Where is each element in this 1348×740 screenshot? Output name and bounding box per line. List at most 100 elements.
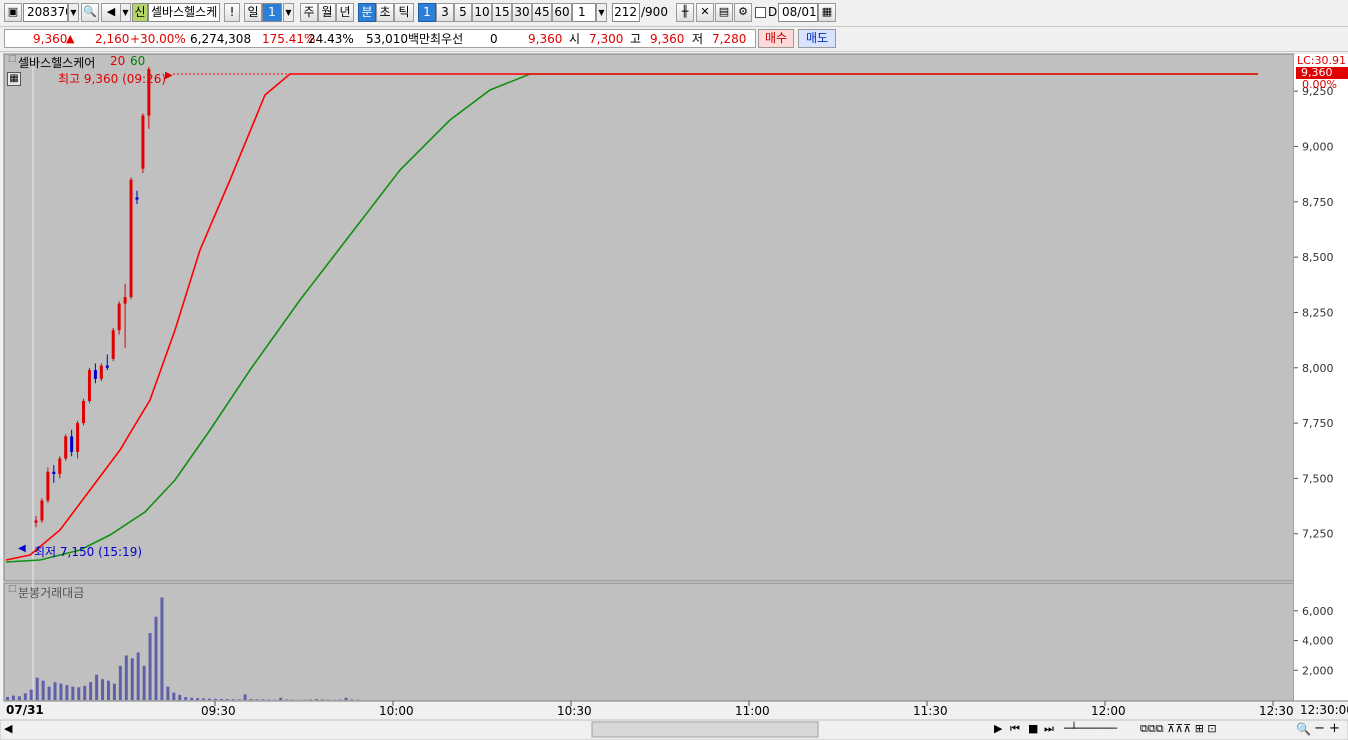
scroll-left-icon[interactable]: ◀ xyxy=(4,722,12,735)
open-label: 시 xyxy=(569,32,581,46)
speaker-icon[interactable]: ◀ xyxy=(101,3,121,22)
candle-body xyxy=(93,370,97,379)
low-label: 저 xyxy=(692,32,704,46)
current-price: 9,360 xyxy=(33,32,68,46)
interval-input[interactable]: 1 xyxy=(572,3,596,22)
save-icon[interactable]: ▤ xyxy=(715,3,733,22)
volume-bar xyxy=(190,697,194,700)
code-dropdown-icon[interactable]: ▼ xyxy=(68,3,79,22)
candle-body xyxy=(40,500,44,521)
volume-bar xyxy=(59,683,63,700)
window-icon[interactable]: ▣ xyxy=(4,3,22,22)
high-arrow-icon: ▶ xyxy=(165,70,173,81)
y-tick-label: 7,500 xyxy=(1302,472,1334,485)
interval-60-button[interactable]: 60 xyxy=(552,3,572,22)
y-tick-label: 8,250 xyxy=(1302,306,1334,319)
volume-bar xyxy=(29,689,33,700)
low-arrow-icon: ◀ xyxy=(18,543,26,554)
volume-bar xyxy=(65,685,69,700)
buy-button[interactable]: 매수 xyxy=(758,29,794,48)
candle-body xyxy=(123,296,127,304)
volume-bar xyxy=(320,699,324,700)
ma20-legend: 20 xyxy=(110,54,126,68)
x-tick-label: 09:30 xyxy=(201,704,236,718)
zoom-slider[interactable]: ─┴────── xyxy=(1064,722,1117,735)
interval-30-button[interactable]: 30 xyxy=(512,3,532,22)
volume-bar xyxy=(350,699,354,700)
period-second-button[interactable]: 초 xyxy=(376,3,394,22)
priority-price: 9,360 xyxy=(528,32,563,46)
period-month-button[interactable]: 월 xyxy=(318,3,336,22)
period-year-button[interactable]: 년 xyxy=(336,3,354,22)
date-checkbox[interactable] xyxy=(755,7,766,18)
stop-icon[interactable]: ■ xyxy=(1028,722,1038,735)
volume-bar xyxy=(243,694,247,700)
crosshair-icon[interactable]: ✕ xyxy=(696,3,714,22)
zoom-out-icon[interactable]: − xyxy=(1314,721,1325,736)
priority-label: 최우선 xyxy=(430,32,464,46)
high-label: 고 xyxy=(630,32,642,46)
panel-collapse-icon[interactable]: □ xyxy=(8,54,17,64)
interval-45-button[interactable]: 45 xyxy=(532,3,552,22)
candle-body xyxy=(64,436,68,459)
volume-value: 6,274,308 xyxy=(190,32,252,46)
day-count-dropdown-icon[interactable]: ▼ xyxy=(283,3,294,22)
period-day-button[interactable]: 일 xyxy=(244,3,262,22)
scrollbar-thumb[interactable] xyxy=(591,721,819,738)
search-icon[interactable]: 🔍 xyxy=(81,3,99,22)
volume-bar xyxy=(23,693,27,700)
alert-button[interactable]: ! xyxy=(224,3,240,22)
day-count-input[interactable]: 1 xyxy=(262,3,282,22)
interval-15-button[interactable]: 15 xyxy=(492,3,512,22)
open-price: 7,300 xyxy=(589,32,624,46)
interval-1-button[interactable]: 1 xyxy=(418,3,436,22)
y-tick-label: 7,250 xyxy=(1302,528,1334,541)
sell-button[interactable]: 매도 xyxy=(798,29,836,48)
table-icon[interactable]: ▦ xyxy=(7,72,21,86)
stock-code-input[interactable]: 208370 xyxy=(23,3,68,22)
volume-bar xyxy=(11,695,15,700)
x-tick-label: 10:30 xyxy=(557,704,592,718)
speaker-dropdown-icon[interactable]: ▼ xyxy=(120,3,131,22)
scroll-right-icon[interactable]: ▶ xyxy=(994,722,1002,735)
volume-bar xyxy=(279,697,283,700)
candle-body xyxy=(34,520,38,523)
date-input[interactable]: 08/01 xyxy=(778,3,818,22)
volume-panel-collapse-icon[interactable]: □ xyxy=(8,584,17,594)
volume-bar xyxy=(213,698,217,700)
stock-name-field[interactable]: 셀바스헬스케 xyxy=(148,3,220,22)
zoom-search-icon[interactable]: 🔍 xyxy=(1296,722,1311,736)
volume-bar xyxy=(83,685,87,700)
volume-bar xyxy=(249,699,253,700)
interval-dropdown-icon[interactable]: ▼ xyxy=(596,3,607,22)
gear-icon[interactable]: ⚙ xyxy=(734,3,752,22)
volume-bar xyxy=(344,697,348,700)
interval-3-button[interactable]: 3 xyxy=(436,3,454,22)
y-tick-label: 8,000 xyxy=(1302,362,1334,375)
interval-10-button[interactable]: 10 xyxy=(472,3,492,22)
turnover-rate: 24.43% xyxy=(308,32,354,46)
volume-bar xyxy=(225,699,229,700)
calendar-icon[interactable]: ▦ xyxy=(818,3,836,22)
rewind-icon[interactable]: ⏮ xyxy=(1010,722,1020,736)
period-minute-button[interactable]: 분 xyxy=(358,3,376,22)
x-tick-label: 11:00 xyxy=(735,704,770,718)
chart-canvas[interactable]: 9,2509,0008,7508,5008,2508,0007,7507,500… xyxy=(0,52,1348,740)
volume-bar xyxy=(160,597,164,700)
layout-icons[interactable]: ⧉⧉⧉ ⊼⊼⊼ ⊞ ⊡ xyxy=(1140,722,1217,736)
y-tick-label: 9,000 xyxy=(1302,141,1334,154)
zoom-in-icon[interactable]: + xyxy=(1329,721,1340,736)
x-tick-label: 10:00 xyxy=(379,704,414,718)
forward-icon[interactable]: ⏭ xyxy=(1044,722,1054,736)
volume-bar xyxy=(118,665,122,700)
period-tick-button[interactable]: 틱 xyxy=(394,3,414,22)
volume-bar xyxy=(154,616,158,700)
current-percent: 0.00% xyxy=(1302,78,1337,91)
interval-5-button[interactable]: 5 xyxy=(454,3,472,22)
low-price: 7,280 xyxy=(712,32,747,46)
period-week-button[interactable]: 주 xyxy=(300,3,318,22)
volume-bar xyxy=(207,698,211,700)
candle-body xyxy=(76,423,80,452)
count-input[interactable]: 212 xyxy=(612,3,640,22)
candle-type-icon[interactable]: ╫ xyxy=(676,3,694,22)
